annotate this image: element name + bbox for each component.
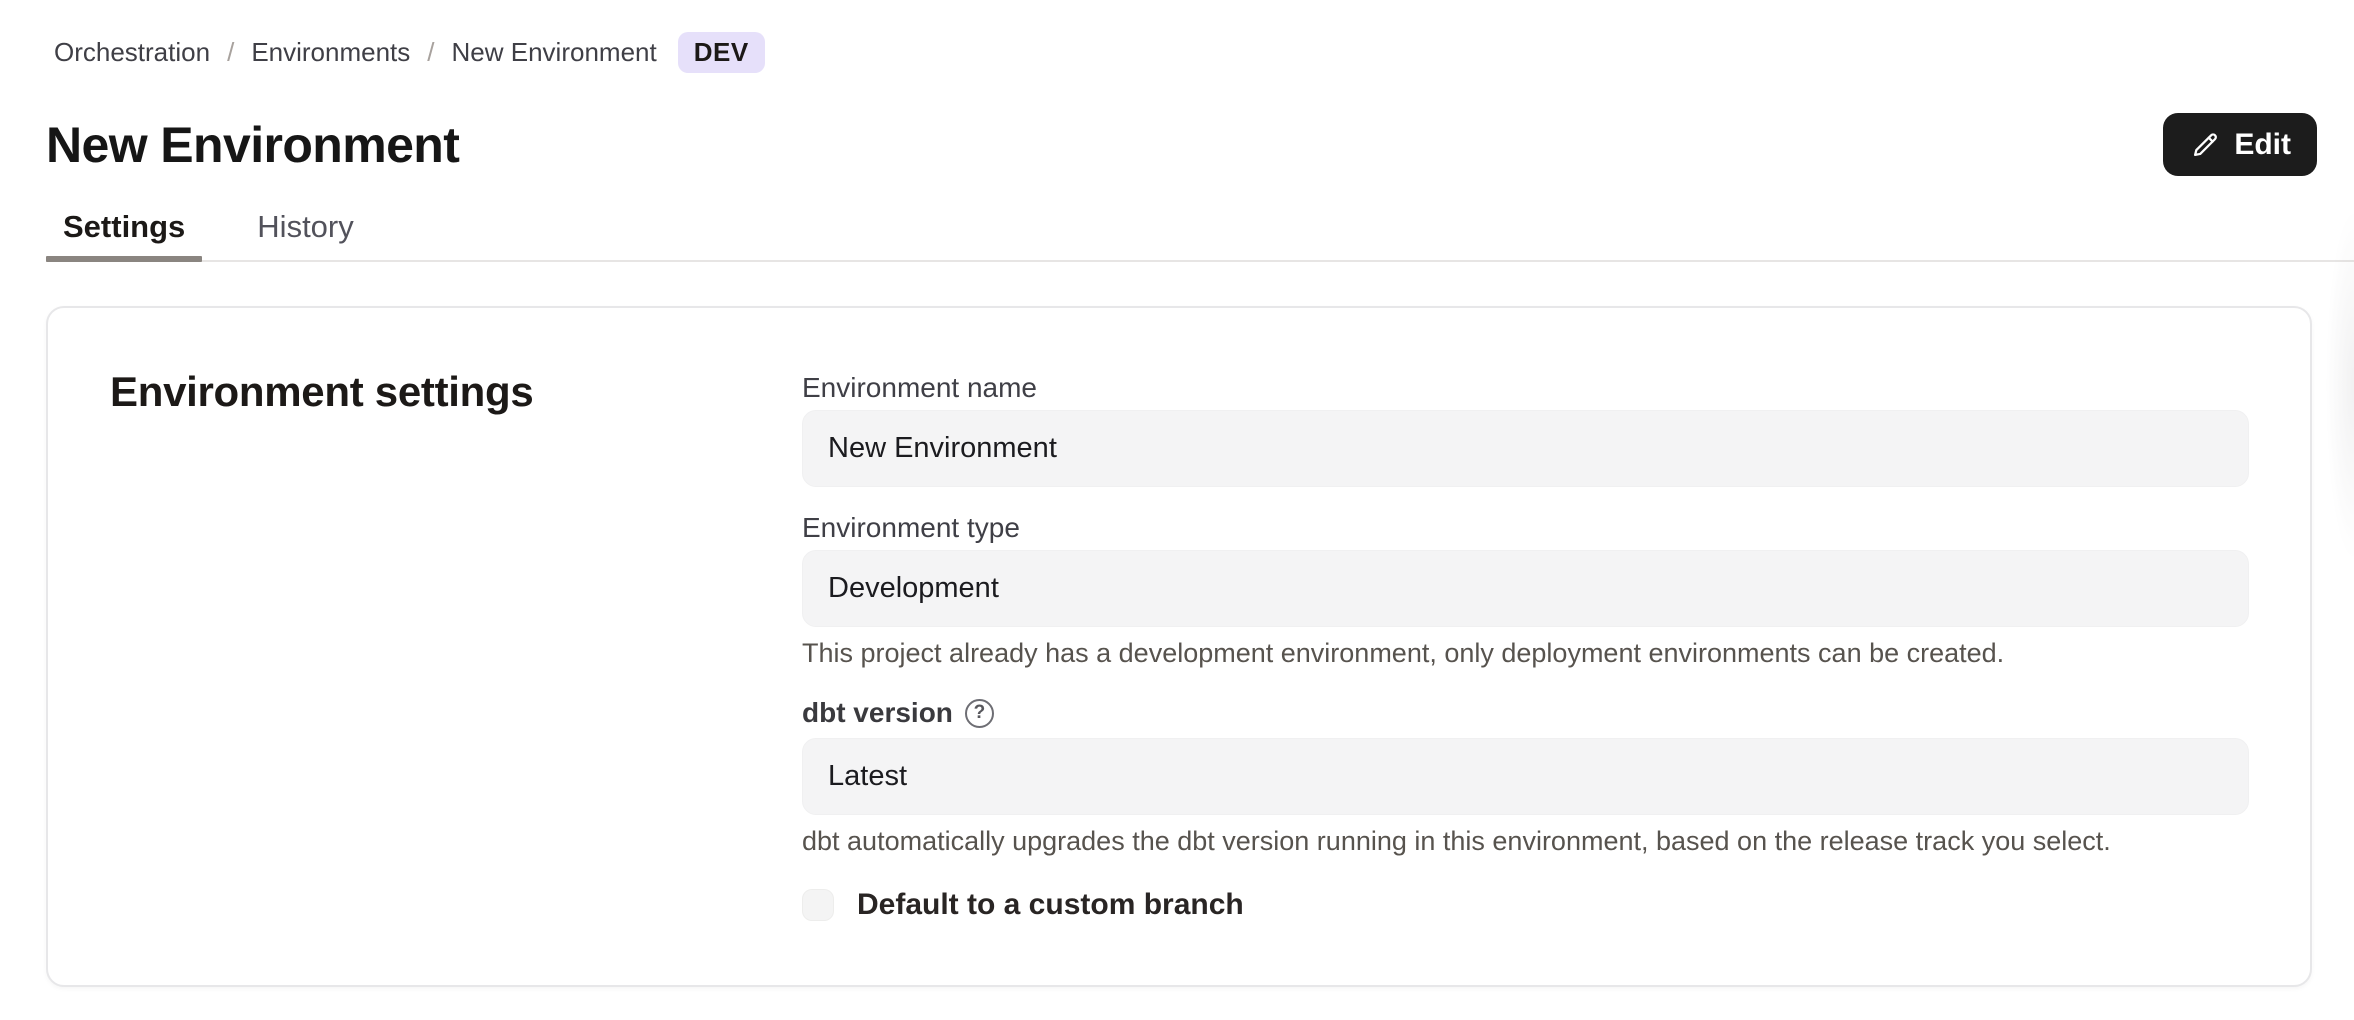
environment-settings-card: Environment settings Environment name Ne… xyxy=(46,306,2312,987)
breadcrumb-separator: / xyxy=(427,37,434,68)
dbt-version-helper-text: dbt automatically upgrades the dbt versi… xyxy=(802,825,2249,858)
help-icon[interactable]: ? xyxy=(965,699,994,728)
environment-name-input[interactable]: New Environment xyxy=(802,410,2249,487)
environment-type-input[interactable]: Development xyxy=(802,550,2249,627)
tab-history[interactable]: History xyxy=(240,210,370,260)
breadcrumb-item-orchestration[interactable]: Orchestration xyxy=(54,37,210,68)
env-type-badge: DEV xyxy=(678,32,765,73)
card-heading: Environment settings xyxy=(110,368,533,416)
environment-type-helper-text: This project already has a development e… xyxy=(802,637,2249,670)
custom-branch-row: Default to a custom branch xyxy=(802,888,2249,922)
environment-settings-form: Environment name New Environment Environ… xyxy=(802,374,2249,922)
dbt-version-input[interactable]: Latest xyxy=(802,738,2249,815)
environment-name-label-text: Environment name xyxy=(802,374,1037,402)
environment-type-label-text: Environment type xyxy=(802,514,1020,542)
environment-name-label: Environment name xyxy=(802,374,2249,402)
breadcrumb: Orchestration / Environments / New Envir… xyxy=(54,30,765,74)
edit-button-label: Edit xyxy=(2234,128,2291,162)
page-title: New Environment xyxy=(46,116,459,174)
tab-history-label: History xyxy=(257,209,353,244)
tab-settings[interactable]: Settings xyxy=(46,210,202,260)
environment-type-label: Environment type xyxy=(802,514,2249,542)
custom-branch-checkbox[interactable] xyxy=(802,889,834,921)
pencil-icon xyxy=(2189,129,2221,161)
dbt-version-label: dbt version ? xyxy=(802,696,2249,730)
tab-settings-label: Settings xyxy=(63,209,185,244)
breadcrumb-item-current[interactable]: New Environment xyxy=(452,37,657,68)
edit-button[interactable]: Edit xyxy=(2163,113,2317,176)
breadcrumb-separator: / xyxy=(227,37,234,68)
custom-branch-label[interactable]: Default to a custom branch xyxy=(857,888,1244,922)
tab-bar: Settings History xyxy=(46,210,2354,262)
dbt-version-label-text: dbt version xyxy=(802,696,953,730)
breadcrumb-item-environments[interactable]: Environments xyxy=(251,37,410,68)
